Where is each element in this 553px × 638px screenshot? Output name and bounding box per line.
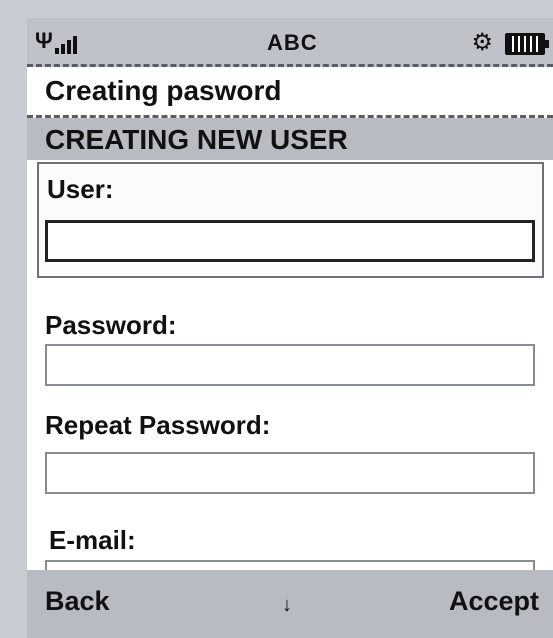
battery-icon [505,33,549,55]
settings-icon: ⚙ [471,29,493,56]
email-label: E-mail: [49,525,136,555]
accept-button[interactable]: Accept [449,586,539,617]
section-header: CREATING NEW USER [27,118,553,160]
password-label: Password: [45,310,177,340]
softkey-bar: Back ↓ Accept [27,570,553,638]
back-button[interactable]: Back [45,586,110,617]
title-bar: Creating pasword [27,67,553,118]
phone-screen: Ψ ABC ⚙ Creating pasword CREATING NEW US… [27,18,553,638]
user-input[interactable] [45,220,535,262]
user-field-group: User: [37,162,544,278]
signal-bars-icon [54,28,79,54]
page-title: Creating pasword [45,75,282,106]
signal-strength: Ψ [35,28,79,54]
scroll-down-icon[interactable]: ↓ [282,594,292,617]
repeat-password-input[interactable] [45,452,535,494]
antenna-icon: Ψ [35,28,53,53]
form-content: User: Password: Repeat Password: E-mail: [27,160,553,602]
status-bar: Ψ ABC ⚙ [27,18,553,67]
phone-frame: Ψ ABC ⚙ Creating pasword CREATING NEW US… [0,0,553,638]
user-label: User: [47,174,114,204]
password-input[interactable] [45,344,535,386]
input-mode-indicator: ABC [267,30,318,55]
section-header-label: CREATING NEW USER [45,124,348,155]
repeat-password-label: Repeat Password: [45,410,271,440]
